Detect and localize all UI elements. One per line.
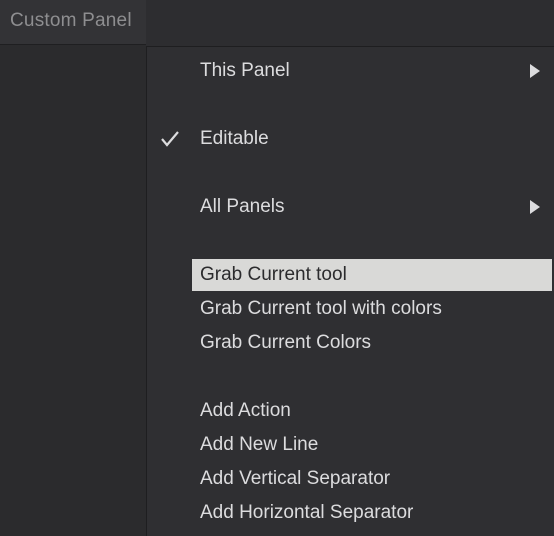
menu-item-add-action[interactable]: Add Action	[192, 395, 552, 427]
panel-body	[0, 45, 146, 536]
menu-item-all-panels[interactable]: All Panels	[192, 191, 552, 223]
menu-item-label: This Panel	[200, 60, 290, 81]
menu-item-label: Grab Current Colors	[200, 332, 372, 353]
menu-item-label: Add Horizontal Separator	[200, 502, 414, 523]
app-root: Custom Panel This Panel Editable All Pan…	[0, 0, 554, 536]
submenu-arrow-icon	[529, 191, 541, 223]
menu-item-add-new-line[interactable]: Add New Line	[192, 429, 552, 461]
panel-title: Custom Panel	[10, 10, 132, 31]
submenu-arrow-icon	[529, 55, 541, 87]
menu-item-label: All Panels	[200, 196, 285, 217]
menu-item-add-vertical-separator[interactable]: Add Vertical Separator	[192, 463, 552, 495]
menu-item-label: Add Action	[200, 400, 291, 421]
menu-item-label: Add Vertical Separator	[200, 468, 391, 489]
menu-item-label: Grab Current tool with colors	[200, 298, 442, 319]
menu-item-label: Grab Current tool	[200, 264, 347, 285]
menu-item-label: Add New Line	[200, 434, 319, 455]
menu-item-grab-current-colors[interactable]: Grab Current Colors	[192, 327, 552, 359]
context-menu: This Panel Editable All Panels Grab Curr…	[146, 46, 554, 536]
menu-item-grab-current-tool-with-colors[interactable]: Grab Current tool with colors	[192, 293, 552, 325]
header-extension	[146, 0, 554, 46]
menu-item-grab-current-tool[interactable]: Grab Current tool	[192, 259, 552, 291]
menu-item-add-horizontal-separator[interactable]: Add Horizontal Separator	[192, 497, 552, 529]
menu-item-this-panel[interactable]: This Panel	[192, 55, 552, 87]
checkmark-icon	[159, 123, 181, 155]
menu-item-editable[interactable]: Editable	[192, 123, 552, 155]
menu-item-label: Editable	[200, 128, 269, 149]
